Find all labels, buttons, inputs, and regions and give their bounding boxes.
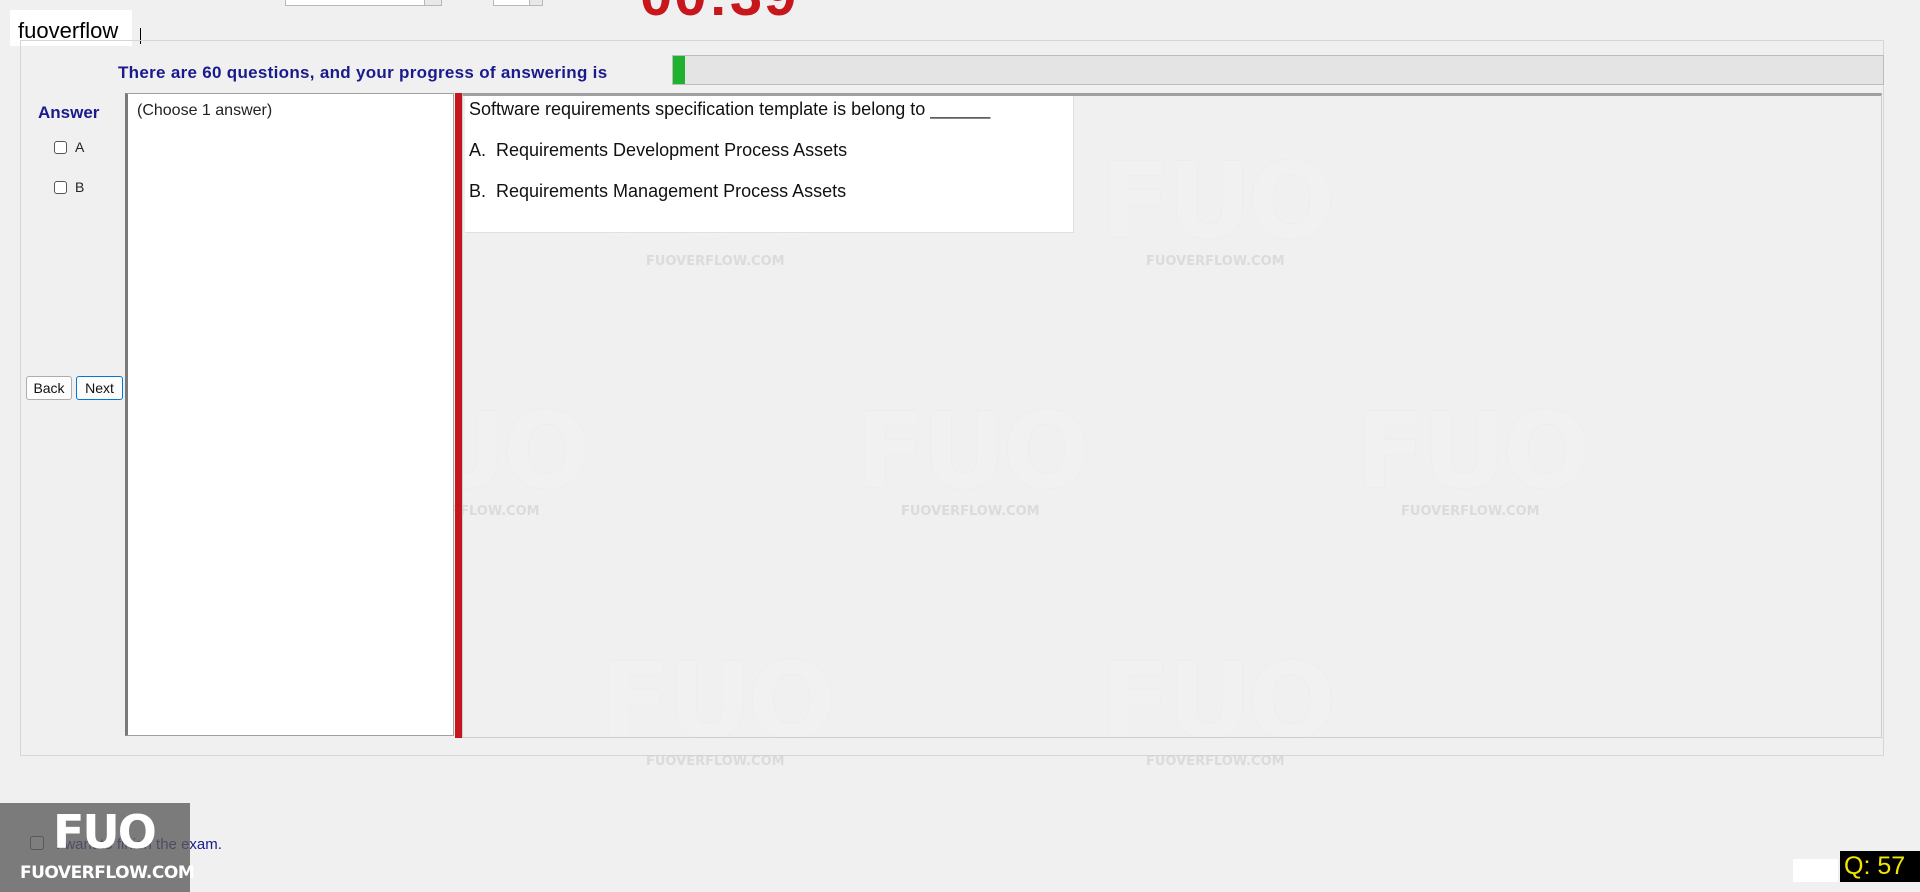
question-option-b: B. Requirements Management Process Asset… <box>469 181 846 202</box>
option-letter: A. <box>469 140 487 160</box>
question-option-a: A. Requirements Development Process Asse… <box>469 140 847 161</box>
answer-title: Answer <box>38 103 100 122</box>
answer-a-checkbox[interactable] <box>54 140 67 154</box>
choice-hint: (Choose 1 answer) <box>137 102 273 119</box>
progress-bar-fill <box>673 56 686 84</box>
exam-timer: 00:39 <box>640 0 798 29</box>
answer-option-a[interactable]: A <box>54 137 84 157</box>
choice-panel[interactable]: (Choose 1 answer) <box>125 93 454 736</box>
exam-code-combo[interactable] <box>285 0 442 6</box>
logo-mark: FUO <box>53 805 157 859</box>
logo-site-name: FUOVERFLOW.COM <box>20 863 195 883</box>
answer-b-checkbox[interactable] <box>54 180 67 194</box>
combo-dropdown-icon[interactable] <box>424 0 441 5</box>
next-button[interactable]: Next <box>76 376 123 400</box>
back-button[interactable]: Back <box>26 376 72 400</box>
option-text: Requirements Management Process Assets <box>496 181 847 201</box>
progress-bar <box>672 55 1884 85</box>
answer-a-label: A <box>75 139 85 155</box>
progress-label: There are 60 questions, and your progres… <box>118 63 608 82</box>
question-text: Software requirements specification temp… <box>469 99 991 119</box>
spinner-arrow-icon[interactable] <box>529 0 542 5</box>
question-card: Software requirements specification temp… <box>465 96 1074 233</box>
answer-option-b[interactable]: B <box>54 177 84 197</box>
font-size-spinner[interactable] <box>493 0 543 6</box>
option-text: Requirements Development Process Assets <box>496 140 848 160</box>
option-letter: B. <box>469 181 487 201</box>
answer-b-label: B <box>75 179 85 195</box>
site-logo: FUO FUOVERFLOW.COM <box>0 803 195 892</box>
question-counter: Q: 57 <box>1840 851 1920 882</box>
panel-splitter[interactable] <box>455 93 462 738</box>
status-patch <box>1793 859 1838 882</box>
